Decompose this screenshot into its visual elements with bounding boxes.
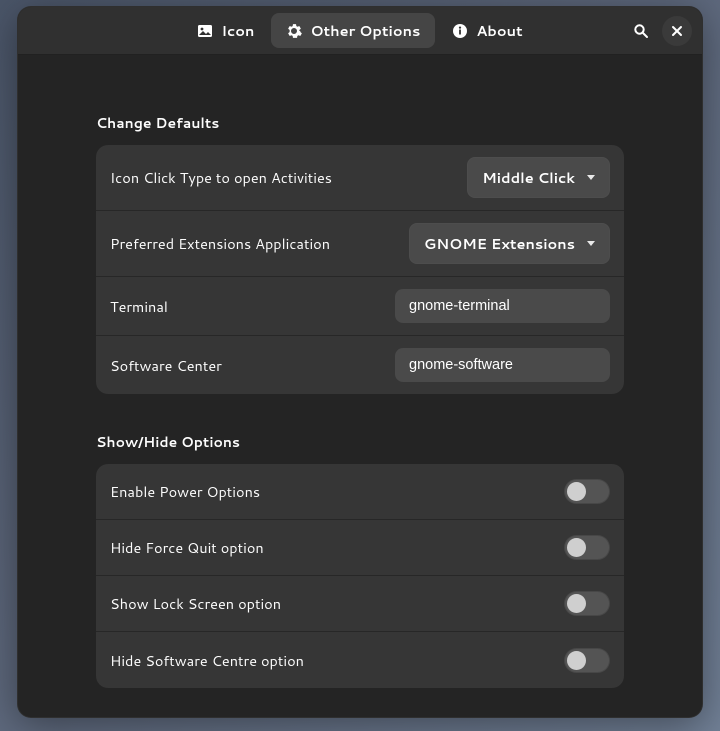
toggle-software-centre[interactable]	[564, 648, 610, 673]
search-button[interactable]	[626, 16, 656, 46]
row-label: Show Lock Screen option	[110, 593, 281, 614]
row-extensions-app: Preferred Extensions Application GNOME E…	[96, 211, 624, 277]
toggle-force-quit[interactable]	[564, 535, 610, 560]
view-switcher: Icon Other Options About	[182, 13, 537, 48]
row-label: Terminal	[110, 296, 168, 317]
section-title-showhide: Show/Hide Options	[96, 432, 624, 452]
row-click-type: Icon Click Type to open Activities Middl…	[96, 145, 624, 211]
toggle-knob	[567, 651, 586, 670]
row-label: Hide Software Centre option	[110, 650, 304, 671]
group-change-defaults: Icon Click Type to open Activities Middl…	[96, 145, 624, 394]
search-icon	[633, 23, 649, 39]
tab-about-label: About	[476, 20, 522, 41]
toggle-lock-screen[interactable]	[564, 591, 610, 616]
row-terminal: Terminal	[96, 277, 624, 336]
section-title-defaults: Change Defaults	[96, 113, 624, 133]
row-label: Preferred Extensions Application	[110, 233, 330, 254]
chevron-down-icon	[587, 175, 595, 180]
group-show-hide: Enable Power Options Hide Force Quit opt…	[96, 464, 624, 688]
tab-about[interactable]: About	[437, 13, 537, 48]
row-label: Hide Force Quit option	[110, 537, 264, 558]
dropdown-value: Middle Click	[482, 167, 575, 188]
close-icon	[669, 23, 685, 39]
gear-icon	[286, 23, 302, 39]
preferences-window: Icon Other Options About	[17, 6, 703, 718]
dropdown-click-type[interactable]: Middle Click	[467, 157, 610, 198]
dropdown-value: GNOME Extensions	[424, 233, 575, 254]
tab-icon[interactable]: Icon	[182, 13, 269, 48]
tab-icon-label: Icon	[221, 20, 254, 41]
row-software-centre: Hide Software Centre option	[96, 632, 624, 688]
row-label: Icon Click Type to open Activities	[110, 167, 332, 188]
toggle-power-options[interactable]	[564, 479, 610, 504]
input-software-center[interactable]	[395, 348, 610, 382]
row-lock-screen: Show Lock Screen option	[96, 576, 624, 632]
chevron-down-icon	[587, 241, 595, 246]
close-button[interactable]	[662, 16, 692, 46]
row-force-quit: Hide Force Quit option	[96, 520, 624, 576]
info-icon	[452, 23, 468, 39]
toggle-knob	[567, 594, 586, 613]
input-terminal[interactable]	[395, 289, 610, 323]
headerbar: Icon Other Options About	[18, 7, 702, 55]
content-area: Change Defaults Icon Click Type to open …	[18, 55, 702, 717]
tab-other-label: Other Options	[310, 20, 420, 41]
row-label: Enable Power Options	[110, 481, 260, 502]
row-power-options: Enable Power Options	[96, 464, 624, 520]
row-label: Software Center	[110, 355, 222, 376]
dropdown-extensions-app[interactable]: GNOME Extensions	[409, 223, 610, 264]
toggle-knob	[567, 482, 586, 501]
toggle-knob	[567, 538, 586, 557]
row-software-center: Software Center	[96, 336, 624, 394]
tab-other-options[interactable]: Other Options	[271, 13, 435, 48]
image-icon	[197, 23, 213, 39]
